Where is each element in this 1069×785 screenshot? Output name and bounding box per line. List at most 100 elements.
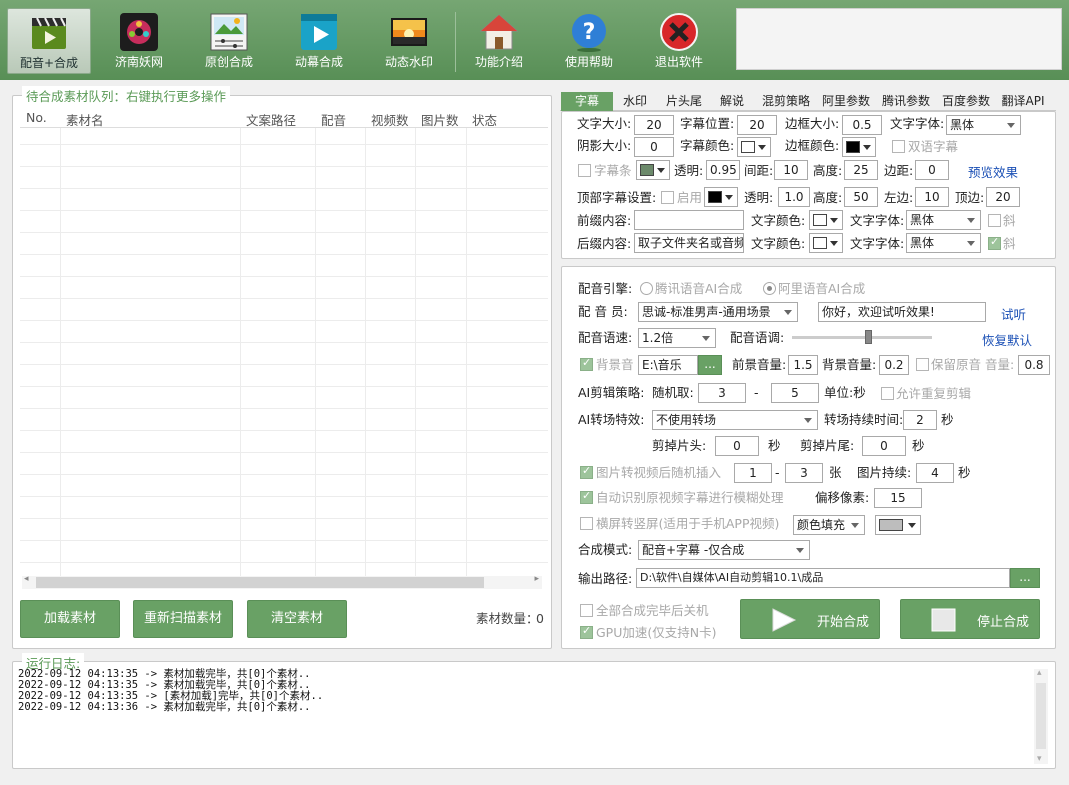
toolbar-help[interactable]: ? 使用帮助: [547, 8, 631, 74]
prefix-input[interactable]: [634, 210, 744, 230]
start-compose-button[interactable]: 开始合成: [740, 599, 880, 639]
prefix-color-picker[interactable]: [809, 210, 843, 230]
col-script-path[interactable]: 文案路径: [246, 110, 296, 129]
toolbar-original-compose[interactable]: 原创合成: [187, 8, 271, 74]
blur-subtitle-checkbox[interactable]: [580, 489, 593, 504]
keep-original-checkbox[interactable]: [916, 358, 929, 371]
toolbar-jinan-net[interactable]: 济南妖网: [97, 8, 181, 74]
col-voice[interactable]: 配音: [321, 110, 346, 129]
compose-mode-select[interactable]: 配音+字幕 -仅合成: [638, 540, 810, 560]
top-height-input[interactable]: 50: [844, 187, 878, 207]
subtitle-bar-checkbox[interactable]: [578, 164, 591, 177]
tab-intro-outro[interactable]: 片头尾: [659, 92, 709, 111]
allow-repeat-checkbox[interactable]: [881, 387, 894, 400]
suffix-input[interactable]: 取子文件夹名或音频: [634, 233, 744, 253]
scrollbar-thumb[interactable]: [1036, 683, 1046, 749]
image-insert-checkbox[interactable]: [580, 464, 593, 479]
transition-duration-input[interactable]: 2: [903, 410, 937, 430]
scrollbar-thumb[interactable]: [36, 577, 484, 588]
tab-mix-strategy[interactable]: 混剪策略: [757, 92, 815, 111]
log-vscrollbar[interactable]: ▴ ▾: [1034, 668, 1048, 764]
top-margin-input[interactable]: 20: [986, 187, 1020, 207]
transition-select[interactable]: 不使用转场: [652, 410, 818, 430]
scroll-left-icon[interactable]: ◂: [24, 574, 29, 584]
queue-hscrollbar[interactable]: ◂ ▸: [22, 574, 542, 589]
cut-head-input[interactable]: 0: [715, 436, 759, 456]
pitch-slider-thumb[interactable]: [865, 330, 872, 344]
stop-compose-button[interactable]: 停止合成: [900, 599, 1040, 639]
bar-margin-input[interactable]: 0: [915, 160, 949, 180]
image-from-input[interactable]: 1: [734, 463, 772, 483]
col-video-count[interactable]: 视频数: [371, 110, 409, 129]
toolbar-dub-compose[interactable]: 配音+合成: [7, 8, 91, 74]
gpu-checkbox[interactable]: [580, 624, 593, 639]
output-path-input[interactable]: D:\软件\自媒体\AI自动剪辑10.1\成品: [636, 568, 1010, 588]
subtitle-color-picker[interactable]: [737, 137, 771, 157]
voicer-select[interactable]: 思诚-标准男声-通用场景: [638, 302, 798, 322]
bgm-path-input[interactable]: E:\音乐: [638, 355, 698, 375]
spacing-input[interactable]: 10: [774, 160, 808, 180]
toolbar-motion-compose[interactable]: 动幕合成: [277, 8, 361, 74]
font-family-select[interactable]: 黑体: [946, 115, 1021, 135]
suffix-font-select[interactable]: 黑体: [906, 233, 981, 253]
col-no[interactable]: No.: [26, 110, 47, 125]
col-name[interactable]: 素材名: [66, 110, 104, 129]
keep-volume-input[interactable]: 0.8: [1018, 355, 1050, 375]
load-materials-button[interactable]: 加载素材: [20, 600, 120, 638]
subtitle-position-input[interactable]: 20: [737, 115, 777, 135]
pitch-slider[interactable]: [792, 330, 932, 344]
col-status[interactable]: 状态: [472, 110, 497, 129]
fill-mode-select[interactable]: 颜色填充: [793, 515, 865, 535]
top-alpha-input[interactable]: 1.0: [778, 187, 810, 207]
alpha-input[interactable]: 0.95: [706, 160, 740, 180]
tab-watermark[interactable]: 水印: [615, 92, 655, 111]
bgm-checkbox[interactable]: [580, 356, 593, 371]
shadow-size-input[interactable]: 0: [634, 137, 674, 157]
tab-narration[interactable]: 解说: [711, 92, 753, 111]
test-text-input[interactable]: 你好，欢迎试听效果!: [818, 302, 986, 322]
offset-input[interactable]: 15: [874, 488, 922, 508]
engine-tencent-radio[interactable]: [640, 282, 653, 295]
random-from-input[interactable]: 3: [698, 383, 746, 403]
tab-subtitle[interactable]: 字幕: [561, 92, 613, 111]
font-size-input[interactable]: 20: [634, 115, 674, 135]
reset-default-link[interactable]: 恢复默认: [982, 330, 1032, 349]
fill-color-picker[interactable]: [875, 515, 921, 535]
subtitle-bar-color-picker[interactable]: [636, 160, 670, 180]
border-size-input[interactable]: 0.5: [842, 115, 882, 135]
clear-materials-button[interactable]: 清空素材: [247, 600, 347, 638]
suffix-italic-checkbox[interactable]: [988, 235, 1001, 250]
image-duration-input[interactable]: 4: [916, 463, 954, 483]
suffix-color-picker[interactable]: [809, 233, 843, 253]
col-image-count[interactable]: 图片数: [421, 110, 459, 129]
bgm-browse-button[interactable]: ...: [698, 355, 722, 375]
border-color-picker[interactable]: [842, 137, 876, 157]
prefix-italic-checkbox[interactable]: [988, 214, 1001, 227]
left-input[interactable]: 10: [915, 187, 949, 207]
bar-height-input[interactable]: 25: [844, 160, 878, 180]
rescan-materials-button[interactable]: 重新扫描素材: [133, 600, 233, 638]
cut-tail-input[interactable]: 0: [862, 436, 906, 456]
landscape-portrait-checkbox[interactable]: [580, 517, 593, 530]
toolbar-features[interactable]: 功能介绍: [457, 8, 541, 74]
tab-baidu-params[interactable]: 百度参数: [937, 92, 995, 111]
scroll-up-icon[interactable]: ▴: [1037, 668, 1042, 678]
random-to-input[interactable]: 5: [771, 383, 819, 403]
shutdown-checkbox[interactable]: [580, 604, 593, 617]
front-volume-input[interactable]: 1.5: [788, 355, 818, 375]
back-volume-input[interactable]: 0.2: [879, 355, 909, 375]
speed-select[interactable]: 1.2倍: [638, 328, 716, 348]
scroll-down-icon[interactable]: ▾: [1037, 754, 1042, 764]
tab-translate-api[interactable]: 翻译API: [997, 92, 1049, 111]
top-color-picker[interactable]: [704, 187, 738, 207]
preview-effect-link[interactable]: 预览效果: [968, 162, 1018, 181]
engine-ali-radio[interactable]: [763, 282, 776, 295]
log-text-area[interactable]: 2022-09-12 04:13:35 -> 素材加载完毕，共[0]个素材.. 2…: [18, 669, 1028, 765]
tab-tencent-params[interactable]: 腾讯参数: [877, 92, 935, 111]
toolbar-exit[interactable]: 退出软件: [637, 8, 721, 74]
toolbar-dynamic-watermark[interactable]: 动态水印: [367, 8, 451, 74]
bilingual-checkbox[interactable]: [892, 140, 905, 153]
output-browse-button[interactable]: ...: [1010, 568, 1040, 588]
image-to-input[interactable]: 3: [785, 463, 823, 483]
top-enable-checkbox[interactable]: [661, 191, 674, 204]
